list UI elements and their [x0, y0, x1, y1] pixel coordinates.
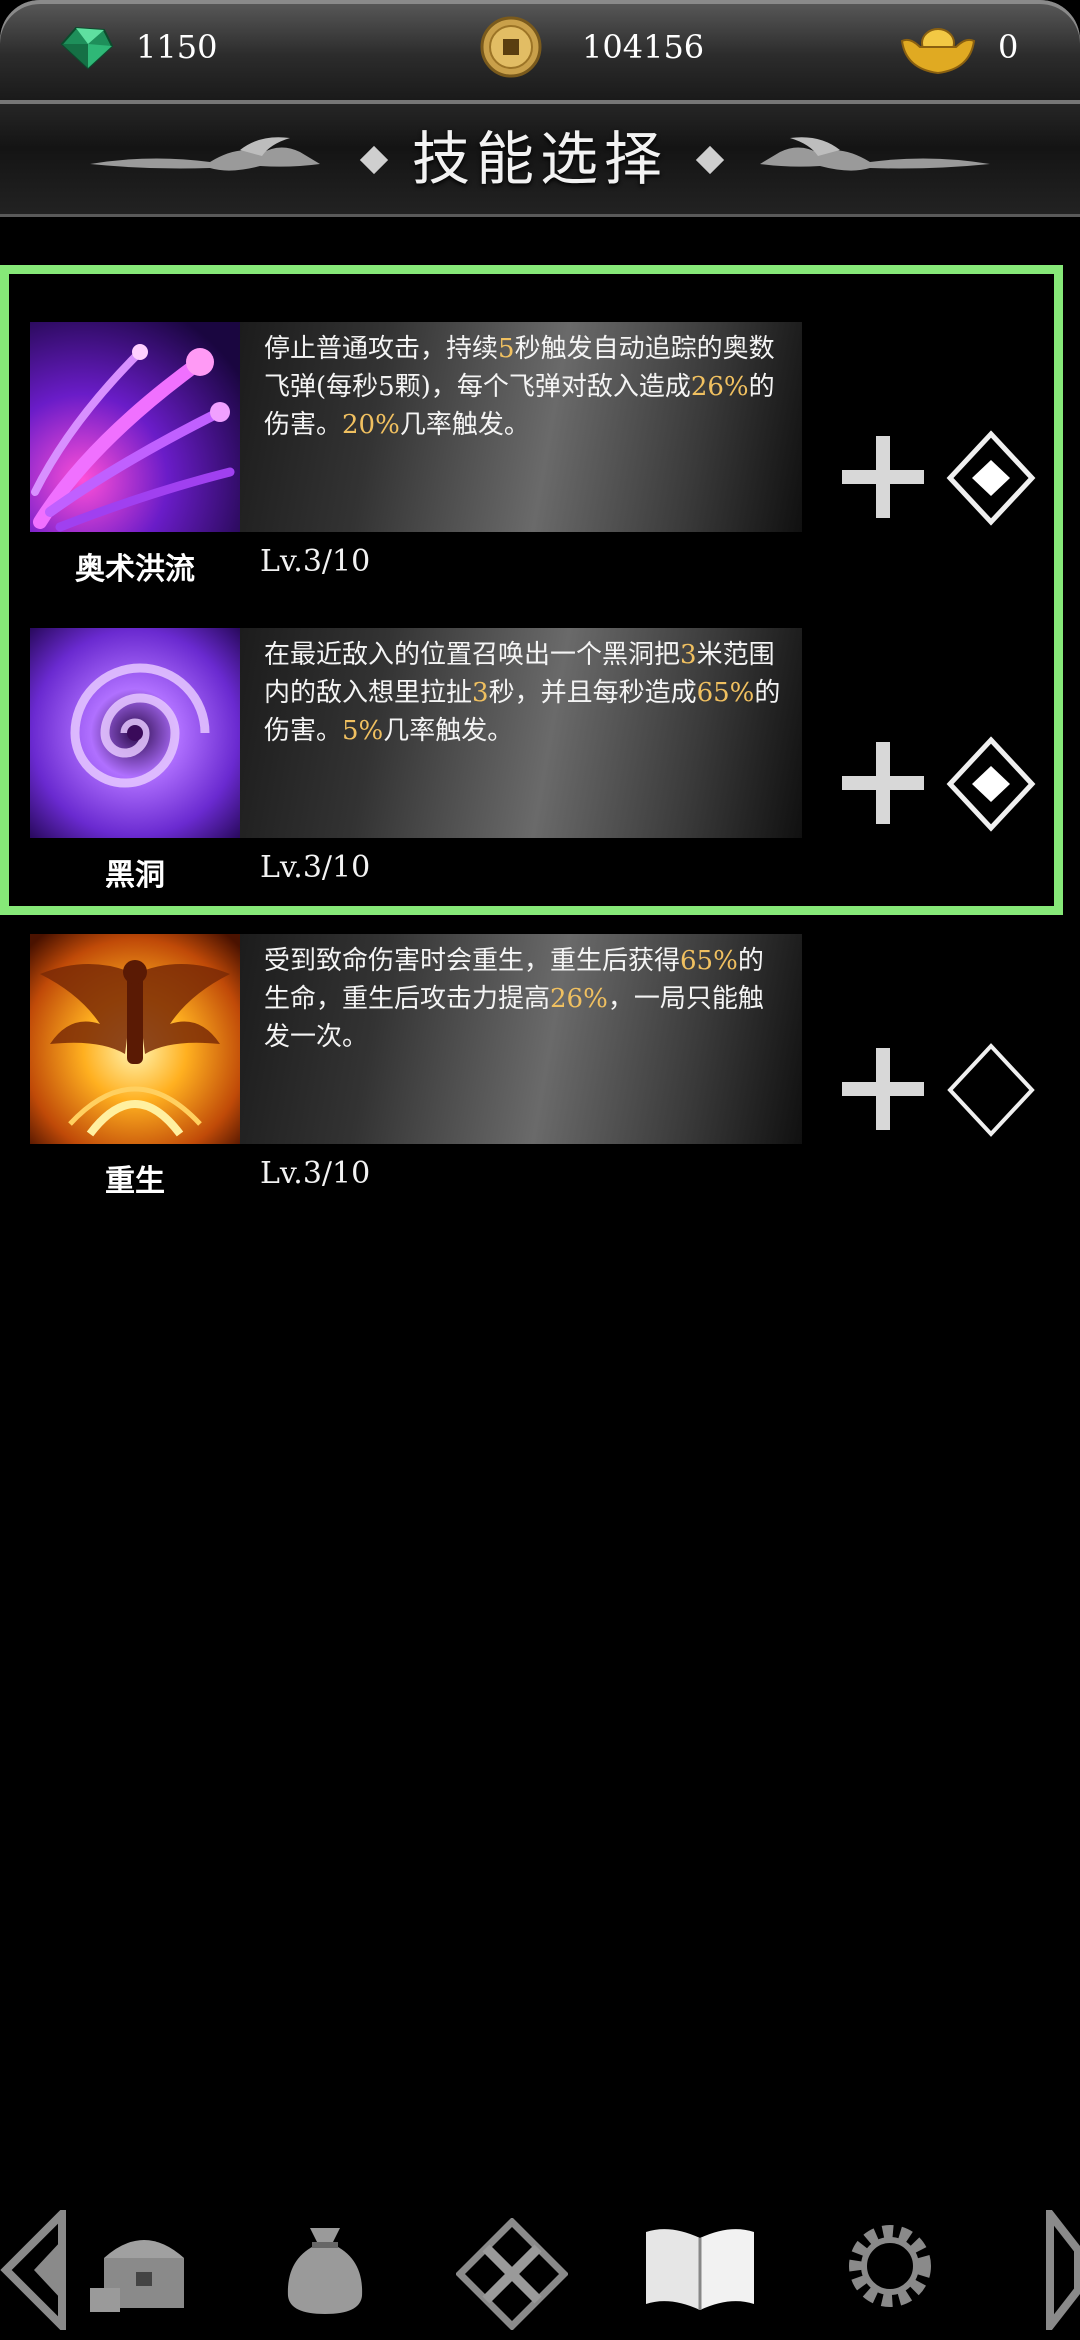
gem-count: 1150 [136, 28, 218, 66]
ingot-counter: 0 [900, 0, 1018, 94]
bottom-nav [0, 2200, 1080, 2340]
skill-card[interactable]: 受到致命伤害时会重生，重生后获得65%的生命，重生后攻击力提高26%，一局只能触… [0, 934, 1080, 1224]
title-banner: 技能选择 [0, 104, 1080, 217]
gem-counter: 1150 [58, 0, 217, 94]
crossed-swords-icon[interactable] [456, 2218, 568, 2330]
skill-level: Lv.3/10 [260, 1156, 371, 1191]
selection-highlight-frame [0, 265, 1063, 915]
coin-icon [480, 16, 542, 78]
skill-book-icon[interactable] [640, 2218, 760, 2318]
skill-description: 受到致命伤害时会重生，重生后获得65%的生命，重生后攻击力提高26%，一局只能触… [264, 942, 784, 1056]
description-text: 受到致命伤害时会重生，重生后获得 [264, 946, 681, 976]
skill-description-panel: 受到致命伤害时会重生，重生后获得65%的生命，重生后攻击力提高26%，一局只能触… [240, 934, 802, 1144]
treasure-chest-icon[interactable] [86, 2218, 196, 2318]
coin-count: 104156 [582, 28, 705, 66]
highlighted-value: 26% [550, 984, 608, 1014]
gold-ingot-icon [900, 28, 976, 75]
right-ornament [760, 137, 990, 171]
rebirth-icon [30, 934, 240, 1144]
skill-name: 重生 [105, 1164, 165, 1199]
ingot-count: 0 [998, 28, 1019, 66]
skill-selection-screen: 1150 104156 0 技能选择 停止普通攻击，持续5秒触发自动追踪的奥数飞… [0, 0, 1080, 2340]
gem-icon [60, 26, 114, 70]
money-bag-icon[interactable] [280, 2218, 370, 2318]
nav-right-arrow-icon[interactable] [1046, 2210, 1080, 2330]
currency-bar: 1150 104156 0 [0, 0, 1080, 104]
select-diamond-button-empty[interactable] [946, 1042, 1036, 1138]
nav-left-arrow-icon[interactable] [0, 2210, 70, 2330]
highlighted-value: 65% [680, 946, 738, 976]
upgrade-plus-button[interactable] [838, 1044, 928, 1134]
coin-counter: 104156 [480, 0, 704, 94]
gear-icon[interactable] [842, 2218, 938, 2314]
